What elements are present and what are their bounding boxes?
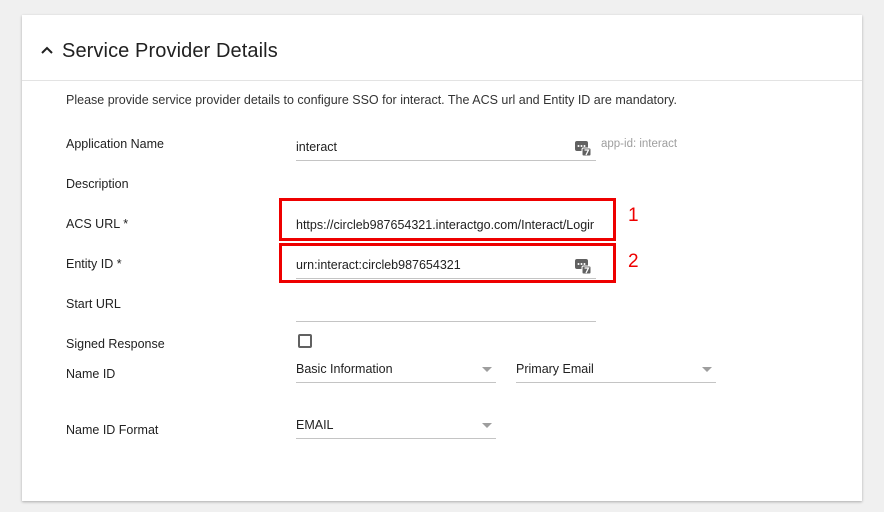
application-name-field-wrap (296, 133, 596, 161)
section-description: Please provide service provider details … (66, 93, 677, 107)
service-provider-card: Service Provider Details Please provide … (22, 15, 862, 501)
name-id-format-value: EMAIL (296, 418, 334, 432)
app-id-hint: app-id: interact (601, 138, 678, 150)
name-id-attribute-select[interactable]: Primary Email (516, 355, 716, 383)
dropdown-caret-icon (702, 367, 712, 372)
section-title: Service Provider Details (62, 40, 278, 62)
start-url-field-wrap (296, 294, 596, 322)
start-url-label: Start URL (66, 297, 121, 311)
name-id-source-value: Basic Information (296, 362, 393, 376)
dropdown-caret-icon (482, 423, 492, 428)
entity-id-label: Entity ID * (66, 257, 122, 271)
acs-url-label: ACS URL * (66, 217, 129, 231)
name-id-format-label: Name ID Format (66, 423, 159, 437)
name-id-label: Name ID (66, 367, 116, 381)
application-name-label: Application Name (66, 137, 164, 151)
chevron-up-icon[interactable] (38, 41, 56, 59)
callout-label-2: 2 (628, 251, 639, 272)
name-id-attribute-value: Primary Email (516, 362, 594, 376)
highlight-box-2 (279, 243, 616, 283)
name-id-format-select[interactable]: EMAIL (296, 411, 496, 439)
description-label: Description (66, 177, 129, 191)
highlight-box-1 (279, 198, 616, 241)
callout-label-1: 1 (628, 205, 639, 226)
name-id-source-select[interactable]: Basic Information (296, 355, 496, 383)
start-url-input[interactable] (296, 298, 594, 318)
variable-picker-icon[interactable] (574, 139, 592, 157)
signed-response-checkbox[interactable] (298, 334, 312, 348)
application-name-input[interactable] (296, 137, 566, 157)
card-header: Service Provider Details (22, 15, 862, 81)
dropdown-caret-icon (482, 367, 492, 372)
signed-response-label: Signed Response (66, 337, 165, 351)
